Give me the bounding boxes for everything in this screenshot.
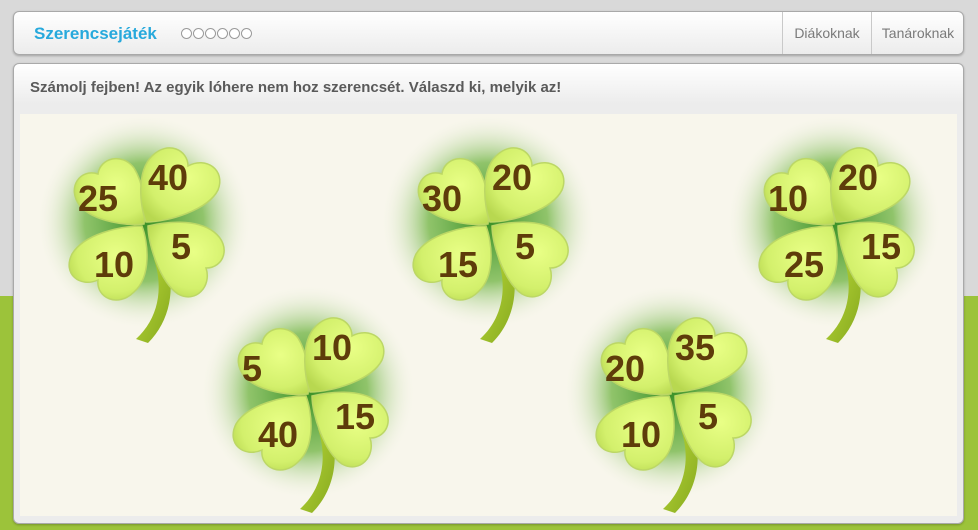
clover-number: 5: [515, 226, 536, 267]
clover-number: 5: [698, 396, 719, 437]
progress-dot: [181, 28, 192, 39]
progress-dot: [205, 28, 216, 39]
clover-number: 10: [312, 327, 353, 368]
nav-students-link[interactable]: Diákoknak: [782, 12, 871, 54]
clover-number: 5: [171, 226, 192, 267]
clover-number: 15: [438, 244, 479, 285]
progress-dot: [229, 28, 240, 39]
clover-number: 25: [78, 178, 119, 219]
clover-number: 20: [605, 348, 646, 389]
playfield: 25 40 10 5 5 10 40 15 30 20 15 5 20 35 1…: [20, 114, 957, 516]
instructions-text: Számolj fejben! Az egyik lóhere nem hoz …: [30, 79, 562, 96]
clover-number: 40: [258, 414, 299, 455]
clover-number: 5: [242, 348, 263, 389]
clover-number: 10: [768, 178, 809, 219]
progress-indicator: [181, 28, 253, 39]
clover-number: 10: [94, 244, 135, 285]
progress-dot: [193, 28, 204, 39]
clover-number: 20: [492, 157, 533, 198]
clover-number: 10: [621, 414, 662, 455]
app-title[interactable]: Szerencsejáték: [34, 24, 157, 44]
nav-teachers-link[interactable]: Tanároknak: [871, 12, 964, 54]
clover-number: 40: [148, 157, 189, 198]
clover-icon: [726, 114, 943, 344]
clover-5[interactable]: 10 20 25 15: [726, 114, 946, 344]
top-bar: Szerencsejáték Diákoknak Tanároknak: [13, 11, 964, 55]
clover-number: 35: [675, 327, 716, 368]
progress-dot: [241, 28, 252, 39]
clover-number: 15: [335, 396, 376, 437]
clover-number: 15: [861, 226, 902, 267]
progress-dot: [217, 28, 228, 39]
exercise-card: Számolj fejben! Az egyik lóhere nem hoz …: [13, 63, 964, 524]
clover-number: 20: [838, 157, 879, 198]
clover-number: 30: [422, 178, 463, 219]
clover-number: 25: [784, 244, 825, 285]
